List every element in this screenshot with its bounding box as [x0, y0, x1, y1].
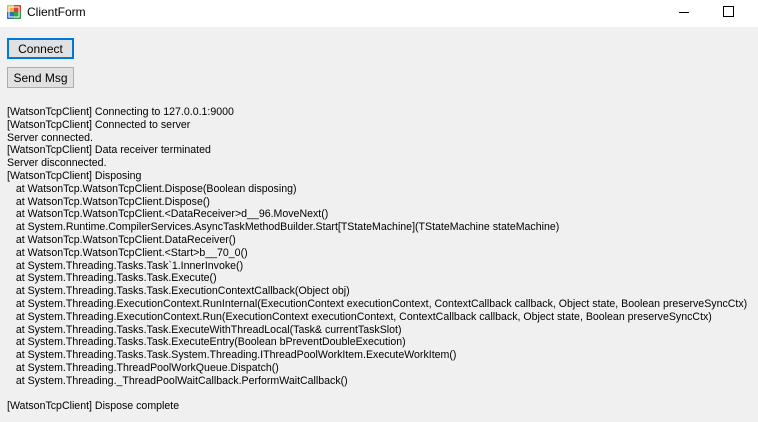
log-line: at System.Threading._ThreadPoolWaitCallb… — [7, 374, 348, 387]
log-line: at WatsonTcp.WatsonTcpClient.DataReceive… — [7, 233, 236, 246]
connect-button[interactable]: Connect — [7, 38, 74, 59]
minimize-icon — [679, 12, 689, 13]
log-line: at WatsonTcp.WatsonTcpClient.<DataReceiv… — [7, 208, 329, 221]
log-line: at System.Threading.Tasks.Task.ExecuteWi… — [7, 323, 402, 336]
log-line: at System.Threading.Tasks.Task.Execution… — [7, 285, 350, 298]
log-line: [WatsonTcpClient] Disposing — [7, 169, 142, 182]
window-title: ClientForm — [27, 5, 86, 19]
log-line: at WatsonTcp.WatsonTcpClient.Dispose(Boo… — [7, 182, 297, 195]
log-line: at System.Threading.Tasks.Task.ExecuteEn… — [7, 336, 406, 349]
log-line: [WatsonTcpClient] Connecting to 127.0.0.… — [7, 106, 234, 118]
log-line: at System.Threading.ExecutionContext.Run… — [7, 297, 748, 310]
log-line: at System.Threading.ExecutionContext.Run… — [7, 310, 712, 323]
log-line: [WatsonTcpClient] Data receiver terminat… — [7, 144, 211, 157]
log-line: [WatsonTcpClient] Connected to server — [7, 118, 191, 131]
log-line: at WatsonTcp.WatsonTcpClient.<Start>b__7… — [7, 246, 248, 259]
log-line: at System.Threading.Tasks.Task`1.InnerIn… — [7, 259, 244, 272]
log-line: at System.Threading.Tasks.Task.Execute() — [7, 272, 217, 285]
log-line: at System.Threading.ThreadPoolWorkQueue.… — [7, 361, 279, 374]
maximize-icon — [723, 6, 734, 17]
log-output: [WatsonTcpClient] Connecting to 127.0.0.… — [7, 106, 757, 413]
log-line: [WatsonTcpClient] Dispose complete — [7, 400, 180, 413]
log-line: Server connected. — [7, 131, 93, 144]
maximize-button[interactable] — [706, 0, 752, 27]
log-line: at System.Runtime.CompilerServices.Async… — [7, 221, 560, 234]
log-line: at System.Threading.Tasks.Task.System.Th… — [7, 349, 457, 362]
log-line: Server disconnected. — [7, 157, 107, 170]
minimize-button[interactable] — [662, 0, 708, 27]
app-form-icon — [7, 5, 21, 19]
client-form-window: ClientForm Connect Send Msg [WatsonTcpCl… — [0, 0, 758, 422]
log-line: at WatsonTcp.WatsonTcpClient.Dispose() — [7, 195, 210, 208]
send-msg-button[interactable]: Send Msg — [7, 67, 74, 88]
title-bar[interactable]: ClientForm — [0, 0, 758, 27]
